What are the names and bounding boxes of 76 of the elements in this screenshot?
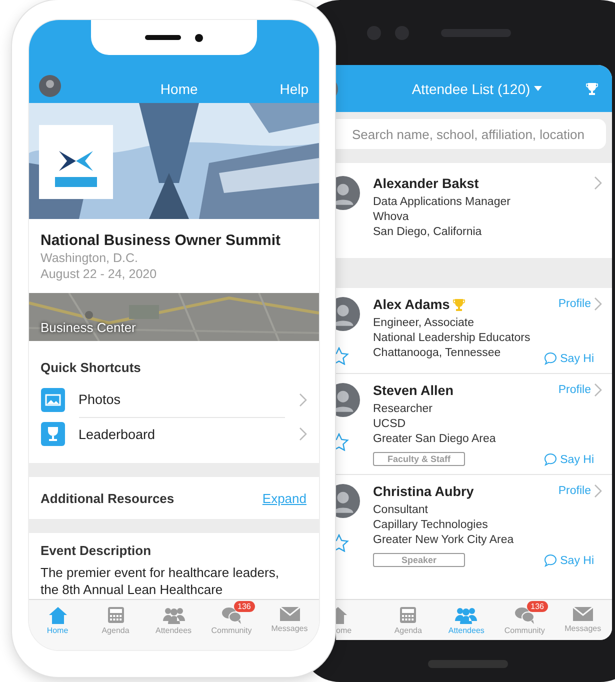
role-tag: Faculty & Staff [373, 452, 465, 466]
tab-bar-item[interactable]: Agenda [379, 600, 438, 640]
section-title: Additional Resources [40, 490, 174, 506]
expand-link[interactable]: Expand [262, 490, 306, 506]
trophy-icon [452, 298, 465, 312]
calculator-icon [399, 606, 418, 624]
attendee-detail: Engineer, Associate [373, 317, 476, 329]
shortcut-item[interactable]: Photos [78, 382, 284, 418]
chat-icon [544, 453, 558, 466]
attendee-detail: San Diego, California [373, 226, 483, 238]
chevron-icon [298, 427, 306, 441]
section-title: Event Description [40, 543, 152, 558]
say-hi-link[interactable]: Say Hi [544, 352, 594, 365]
say-hi-link[interactable]: Say Hi [544, 453, 594, 466]
chevron-icon [594, 176, 602, 190]
chevron-icon [594, 383, 602, 397]
caret-icon [534, 86, 542, 92]
chevron-icon [594, 297, 602, 311]
star-icon [336, 534, 350, 552]
profile-link[interactable]: Profile [558, 297, 602, 311]
tab-bar-item[interactable]: Agenda [86, 600, 144, 650]
photo-icon [40, 388, 64, 412]
tab-bar-item[interactable]: Attendees [144, 600, 202, 650]
venue-label: Business Center [40, 320, 136, 335]
section-title: Quick Shortcuts [40, 360, 142, 375]
star-icon [336, 347, 350, 365]
event-description: The premier event for healthcare leaders, the 8th Annual Lean Healthcare [40, 564, 280, 598]
attendee-name: Alexander Bakst [373, 176, 480, 191]
attendee-detail: Data Applications Manager [373, 196, 512, 208]
attendee-detail: Whova [373, 211, 410, 223]
profile-link[interactable]: Profile [558, 484, 602, 498]
attendee-name: Alex Adams [373, 297, 544, 312]
attendee-name: Christina Aubry [373, 484, 475, 499]
attendee-detail: Greater San Diego Area [373, 433, 497, 445]
calculator-icon [106, 606, 124, 624]
help-link[interactable]: Help [280, 81, 308, 97]
chat-icon [544, 352, 558, 365]
chevron-icon [298, 393, 306, 407]
tab-bar-item[interactable]: Messages [260, 600, 318, 650]
home-icon [48, 606, 68, 624]
attendee-list-dropdown[interactable]: Attendee List (120) [412, 80, 542, 96]
tab-bar-item[interactable]: Messages [554, 600, 612, 640]
screen-title: Home [160, 81, 198, 97]
attendee-detail: National Leadership Educators [373, 332, 532, 344]
people-icon [162, 606, 186, 624]
search-field[interactable]: Search name, school, affiliation, location [336, 119, 606, 149]
notification-badge: 136 [234, 601, 255, 612]
chat-icon [544, 554, 558, 567]
role-tag: Speaker [373, 553, 465, 567]
attendee-detail: Greater New York City Area [373, 534, 515, 546]
event-name: National Business Owner Summit [40, 232, 282, 249]
tab-bar-item[interactable]: Home [28, 600, 86, 650]
star-icon [336, 433, 350, 451]
tab-bar-item[interactable]: Community 136 [202, 600, 260, 650]
attendee-detail: Chattanooga, Tennessee [373, 347, 502, 359]
attendee-detail: Consultant [373, 504, 429, 516]
attendee-detail: Researcher [373, 403, 434, 415]
envelope-icon [572, 606, 594, 622]
notification-badge: 136 [526, 601, 548, 612]
tab-bar-item[interactable]: Attendees [437, 600, 496, 640]
event-dates: August 22 - 24, 2020 [40, 267, 158, 281]
attendee-name: Steven Allen [373, 383, 455, 398]
profile-link[interactable]: Profile [558, 383, 602, 397]
envelope-icon [278, 606, 300, 622]
people-icon [454, 606, 478, 624]
shortcut-item[interactable]: Leaderboard [78, 417, 284, 451]
tab-bar-item[interactable]: ome [336, 600, 379, 640]
say-hi-link[interactable]: Say Hi [544, 554, 594, 567]
chevron-icon [594, 484, 602, 498]
tab-bar-item[interactable]: Community 136 [496, 600, 554, 640]
trophy-icon [586, 82, 598, 96]
attendee-detail: UCSD [373, 418, 407, 430]
trophy-icon [40, 422, 64, 446]
avatar [38, 75, 60, 97]
event-location: Washington, D.C. [40, 251, 139, 265]
attendee-detail: Capillary Technologies [373, 519, 489, 531]
